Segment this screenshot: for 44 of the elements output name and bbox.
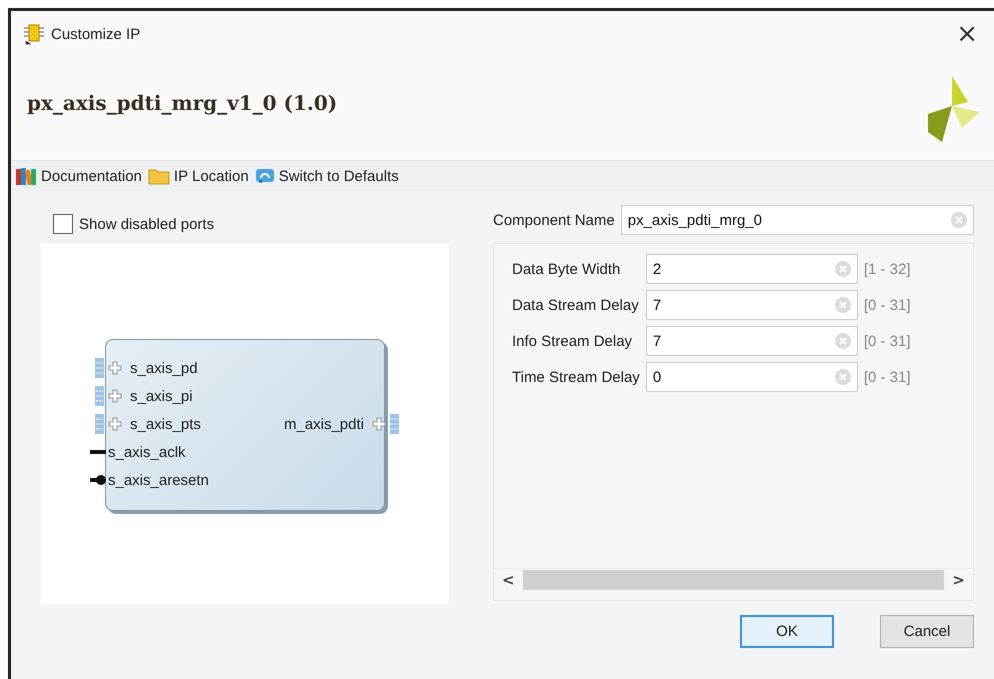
dialog-button[interactable]: OK <box>740 615 834 648</box>
component-name-field[interactable]: px_axis_pdti_mrg_0 <box>620 205 974 235</box>
parameter-field[interactable]: 7 <box>646 326 858 356</box>
port-name: s_axis_pi <box>130 388 193 404</box>
field-label: Data Stream Delay <box>512 296 640 314</box>
parameter-field[interactable]: 0 <box>646 362 858 392</box>
port-name: s_axis_aclk <box>108 444 186 460</box>
field-label: Component Name <box>493 212 615 228</box>
clear-icon[interactable] <box>834 368 852 386</box>
scroll-right-button[interactable]: > <box>952 570 965 588</box>
port-name: m_axis_pdti <box>284 416 364 432</box>
close-button[interactable]: × <box>950 19 984 49</box>
reset-port-icon <box>90 474 106 486</box>
clear-icon[interactable] <box>834 260 852 278</box>
window-title: Customize IP <box>51 26 142 42</box>
clear-icon[interactable] <box>950 211 968 229</box>
port-name: s_axis_pd <box>130 360 198 376</box>
parameter-field[interactable]: 2 <box>646 254 858 284</box>
port-name: s_axis_aresetn <box>108 472 209 488</box>
toolbar-button[interactable]: IP Location <box>148 167 249 185</box>
chip-icon <box>23 23 45 45</box>
range-hint: [0 - 31] <box>864 368 911 386</box>
range-hint: [0 - 31] <box>864 332 911 350</box>
field-label: Time Stream Delay <box>512 368 640 386</box>
parameter-field[interactable]: 7 <box>646 290 858 320</box>
range-hint: [0 - 31] <box>864 296 911 314</box>
toolbar-button[interactable]: Documentation <box>15 166 142 186</box>
dialog-button[interactable]: Cancel <box>880 615 974 648</box>
range-hint: [1 - 32] <box>864 260 911 278</box>
checkbox-label: Show disabled ports <box>79 216 214 232</box>
toolbar-button[interactable]: Switch to Defaults <box>254 167 399 185</box>
books-icon <box>15 166 37 186</box>
clear-icon[interactable] <box>834 332 852 350</box>
scroll-left-button[interactable]: < <box>502 570 515 588</box>
field-label: Data Byte Width <box>512 260 622 278</box>
port-name: s_axis_pts <box>130 416 201 432</box>
field-label: Info Stream Delay <box>512 332 634 350</box>
folder-icon <box>148 167 170 185</box>
ip-title: px_axis_pdti_mrg_v1_0 (1.0) <box>27 90 338 114</box>
clear-icon[interactable] <box>834 296 852 314</box>
refresh-icon <box>254 167 275 185</box>
clock-port-icon <box>90 449 106 455</box>
scrollbar-thumb[interactable] <box>522 570 944 590</box>
checkbox[interactable] <box>53 214 73 234</box>
